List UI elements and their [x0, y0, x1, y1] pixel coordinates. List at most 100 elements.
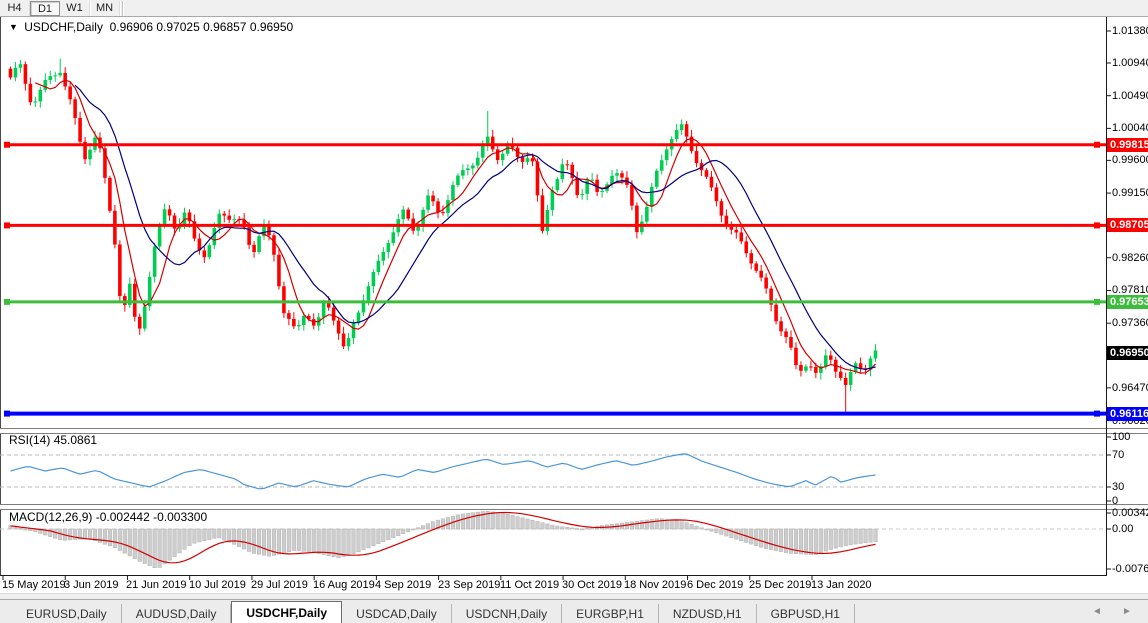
macd-histogram-bar — [168, 529, 172, 560]
x-axis-label: 18 Nov 2019 — [624, 579, 686, 591]
line-handle-icon[interactable] — [1094, 299, 1100, 305]
candle-body — [441, 212, 445, 213]
macd-histogram-bar — [198, 529, 202, 542]
candle-body — [63, 73, 67, 87]
macd-histogram-bar — [178, 529, 182, 553]
candle-body — [317, 317, 321, 325]
macd-histogram-bar — [511, 515, 515, 529]
candle-body — [635, 206, 639, 233]
macd-histogram-bar — [516, 517, 520, 529]
rsi-axis-label: 70 — [1112, 449, 1124, 461]
tab-nzdusd-h1[interactable]: NZDUSD,H1 — [659, 604, 757, 623]
candle-body — [521, 157, 525, 162]
macd-histogram-bar — [73, 529, 77, 540]
moving-average-fast-line — [35, 80, 875, 373]
line-handle-icon[interactable] — [4, 142, 10, 148]
macd-histogram-bar — [730, 529, 734, 538]
line-handle-icon[interactable] — [4, 411, 10, 417]
macd-histogram-bar — [864, 529, 868, 543]
timeframe-h4-button[interactable]: H4 — [0, 1, 30, 16]
macd-histogram-bar — [615, 524, 619, 529]
price-chart-canvas[interactable] — [0, 0, 1148, 623]
macd-histogram-bar — [784, 529, 788, 553]
candle-body — [188, 212, 192, 221]
macd-histogram-bar — [759, 529, 763, 547]
line-handle-icon[interactable] — [1094, 411, 1100, 417]
macd-indicator-label: MACD(12,26,9) -0.002442 -0.003300 — [9, 510, 207, 524]
macd-histogram-bar — [426, 524, 430, 529]
timeframe-w1-button[interactable]: W1 — [60, 1, 90, 16]
x-axis-label: 29 Jul 2019 — [251, 579, 308, 591]
candle-body — [779, 321, 783, 331]
macd-histogram-bar — [436, 520, 440, 529]
candle-body — [217, 214, 221, 228]
line-handle-icon[interactable] — [4, 299, 10, 305]
tab-scroll-right-icon[interactable]: ► — [1122, 606, 1132, 617]
candle-body — [153, 246, 157, 276]
x-axis-label: 11 Oct 2019 — [500, 579, 559, 591]
macd-histogram-bar — [814, 529, 818, 554]
ohlc-low: 0.96857 — [203, 20, 246, 34]
macd-histogram-bar — [208, 529, 212, 540]
candle-body — [292, 319, 296, 326]
candle-body — [849, 372, 853, 385]
y-axis-label: 1.00040 — [1112, 122, 1148, 134]
candle-body — [536, 161, 540, 195]
macd-histogram-bar — [217, 529, 221, 538]
tab-usdchf-daily[interactable]: USDCHF,Daily — [231, 601, 342, 623]
x-axis-label: 13 Jan 2020 — [811, 579, 872, 591]
candle-body — [387, 243, 391, 252]
price-level-label[interactable]: 0.98705 — [1107, 218, 1148, 232]
macd-histogram-bar — [744, 529, 748, 542]
macd-histogram-bar — [9, 526, 13, 529]
timeframe-d1-button[interactable]: D1 — [30, 1, 60, 16]
timeframe-mn-button[interactable]: MN — [90, 1, 120, 16]
candle-body — [680, 124, 684, 130]
candle-body — [163, 209, 167, 225]
macd-histogram-bar — [690, 524, 694, 529]
tab-audusd-daily[interactable]: AUDUSD,Daily — [122, 604, 232, 623]
macd-histogram-bar — [242, 529, 246, 549]
tab-usdcad-daily[interactable]: USDCAD,Daily — [342, 604, 452, 623]
macd-histogram-bar — [501, 513, 505, 529]
candle-body — [53, 75, 57, 76]
candle-body — [178, 224, 182, 228]
candle-body — [874, 350, 878, 358]
candle-body — [213, 228, 217, 245]
macd-histogram-bar — [680, 522, 684, 529]
candle-body — [809, 366, 813, 367]
macd-histogram-bar — [416, 528, 420, 529]
candle-body — [252, 245, 256, 252]
tab-usdcnh-daily[interactable]: USDCNH,Daily — [452, 604, 562, 623]
candle-body — [148, 277, 152, 307]
macd-histogram-bar — [367, 529, 371, 548]
macd-histogram-bar — [307, 529, 311, 552]
macd-histogram-bar — [620, 523, 624, 529]
macd-histogram-bar — [496, 512, 500, 529]
chart-window-border — [0, 16, 1, 576]
price-level-label[interactable]: 0.96950 — [1107, 346, 1148, 360]
candle-body — [133, 284, 137, 317]
tab-eurgbp-h1[interactable]: EURGBP,H1 — [562, 604, 659, 623]
line-handle-icon[interactable] — [1094, 142, 1100, 148]
macd-axis-label: -0.007615 — [1112, 563, 1148, 575]
macd-histogram-bar — [213, 529, 217, 538]
macd-histogram-bar — [128, 529, 132, 556]
price-level-label[interactable]: 0.97653 — [1107, 295, 1148, 309]
line-handle-icon[interactable] — [1094, 222, 1100, 228]
tab-gbpusd-h1[interactable]: GBPUSD,H1 — [757, 604, 855, 623]
macd-histogram-bar — [322, 529, 326, 555]
price-level-label[interactable]: 0.96116 — [1107, 407, 1148, 421]
candle-body — [526, 158, 530, 162]
candle-body — [546, 210, 550, 231]
macd-histogram-bar — [695, 526, 699, 529]
tab-scroll-left-icon[interactable]: ◄ — [1092, 606, 1102, 617]
chart-menu-icon[interactable]: ▼ — [9, 22, 18, 32]
macd-name: MACD(12,26,9) — [9, 510, 92, 524]
price-level-label[interactable]: 0.99815 — [1107, 138, 1148, 152]
macd-histogram-bar — [874, 529, 878, 542]
pane-separator-main-rsi[interactable] — [0, 428, 1148, 434]
macd-histogram-bar — [342, 529, 346, 557]
tab-eurusd-daily[interactable]: EURUSD,Daily — [12, 604, 122, 623]
line-handle-icon[interactable] — [4, 222, 10, 228]
